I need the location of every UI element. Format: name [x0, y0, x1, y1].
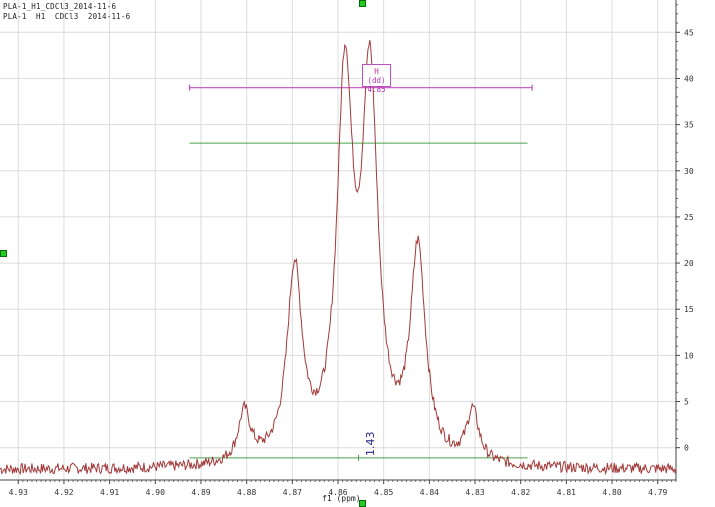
- x-axis-label: f1 (ppm): [322, 494, 361, 503]
- x-tick-label: 4.81: [557, 488, 576, 497]
- grid-lines: [0, 0, 676, 480]
- y-axis-ticks: 0 5 10 15 20 25 30 35 40 45: [676, 4, 694, 453]
- y-tick-label: 25: [684, 213, 694, 222]
- left-resize-handle[interactable]: [0, 250, 7, 257]
- y-tick-label: 5: [684, 398, 689, 407]
- x-tick-label: 4.80: [602, 488, 621, 497]
- nmr-spectrum-plot: 0 5 10 15 20 25 30 35 40 45 4.93 4.92 4.91 4.90 4.89 4…: [0, 0, 694, 497]
- x-tick-label: 4.92: [54, 488, 73, 497]
- x-tick-label: 4.87: [283, 488, 302, 497]
- multiplet-label-type: H (dd): [367, 67, 386, 85]
- x-tick-label: 4.84: [420, 488, 439, 497]
- y-tick-label: 15: [684, 305, 694, 314]
- x-tick-label: 4.89: [191, 488, 210, 497]
- y-tick-label: 10: [684, 351, 694, 360]
- x-tick-label: 4.91: [100, 488, 119, 497]
- annotations: [188, 84, 533, 461]
- multiplet-label[interactable]: H (dd) 4.85: [362, 64, 391, 94]
- y-tick-label: 35: [684, 121, 694, 130]
- x-tick-label: 4.79: [648, 488, 667, 497]
- x-tick-label: 4.85: [374, 488, 393, 497]
- x-tick-label: 4.83: [465, 488, 484, 497]
- x-tick-label: 4.90: [146, 488, 165, 497]
- header-line-2: PLA-1 H1 CDCl3 2014-11-6: [3, 12, 131, 21]
- y-tick-label: 40: [684, 74, 694, 83]
- x-tick-label: 4.93: [9, 488, 28, 497]
- y-tick-label: 30: [684, 167, 694, 176]
- multiplet-label-shift: 4.85: [367, 85, 386, 94]
- x-tick-label: 4.82: [511, 488, 530, 497]
- integral-value-label[interactable]: 1.43: [364, 432, 377, 457]
- y-tick-label: 0: [684, 444, 689, 453]
- y-tick-label: 20: [684, 259, 694, 268]
- header-line-1: PLA-1_H1_CDCl3_2014-11-6: [3, 2, 117, 11]
- x-tick-label: 4.88: [237, 488, 256, 497]
- top-resize-handle[interactable]: [359, 0, 366, 7]
- y-tick-label: 45: [684, 28, 694, 37]
